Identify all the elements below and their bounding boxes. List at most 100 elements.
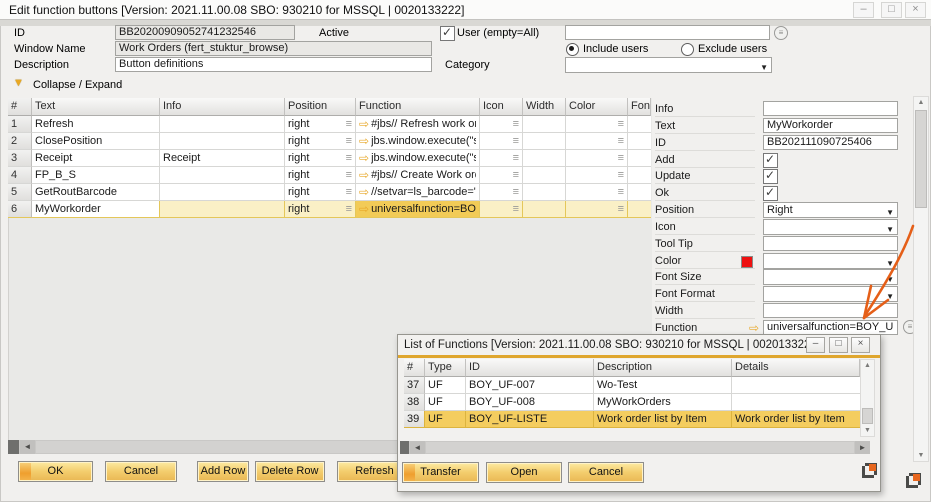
cell-icon[interactable]: ≡ [480,184,523,201]
minimize-button[interactable]: – [853,2,874,18]
header-position[interactable]: Position [285,98,356,116]
row-number[interactable]: 3 [8,150,32,167]
link-arrow-icon[interactable] [749,321,759,335]
cell-text[interactable]: FP_B_S [32,167,160,184]
link-arrow-icon[interactable] [359,184,369,200]
function-input[interactable]: universalfunction=BOY_U [763,320,898,335]
scroll-down-icon[interactable]: ▼ [914,452,928,459]
form-settings-icon[interactable] [906,473,921,488]
cell-position[interactable]: right≡ [285,184,356,201]
ok-checkbox[interactable] [763,186,778,201]
cell-width[interactable] [523,184,566,201]
horizontal-scrollbar[interactable]: ◄ ► [400,441,870,454]
menu-icon[interactable]: ≡ [513,118,519,130]
window-name-field[interactable]: Work Orders (fert_stuktur_browse) [115,41,432,56]
cell-width[interactable] [523,150,566,167]
header-num[interactable]: # [8,98,32,116]
row-number[interactable]: 4 [8,167,32,184]
header-type[interactable]: Type [425,359,466,377]
description-input[interactable]: Button definitions [115,57,432,72]
maximize-button[interactable]: □ [829,337,848,353]
table-row[interactable]: 37 UF BOY_UF-007 Wo-Test [404,377,860,394]
include-users-radio[interactable] [566,43,579,56]
id-field[interactable]: BB20200909052741232546 [115,25,295,40]
cell-type[interactable]: UF [425,411,466,428]
cell-font[interactable] [628,133,651,150]
cell-function[interactable]: universalfunction=BOY [356,201,480,218]
cell-text[interactable]: Refresh [32,116,160,133]
row-number[interactable]: 39 [404,411,425,428]
table-row[interactable]: 5 GetRoutBarcode right≡ //setvar=ls_barc… [8,184,651,201]
scrollbar-thumb[interactable] [862,408,873,424]
header-icon[interactable]: Icon [480,98,523,116]
cell-function[interactable]: #jbs// Create Work ord [356,167,480,184]
link-arrow-icon[interactable] [359,167,369,183]
cell-icon[interactable]: ≡ [480,133,523,150]
cell-font[interactable] [628,184,651,201]
cell-font[interactable] [628,150,651,167]
cell-type[interactable]: UF [425,394,466,411]
width-input[interactable] [763,303,898,318]
cell-text[interactable]: GetRoutBarcode [32,184,160,201]
table-row-selected[interactable]: 6 MyWorkorder right≡ universalfunction=B… [8,201,651,218]
font-format-select[interactable] [763,286,898,302]
cell-font[interactable] [628,116,651,133]
row-number[interactable]: 5 [8,184,32,201]
scroll-left-icon[interactable]: ◄ [20,440,35,454]
minimize-button[interactable]: – [806,337,825,353]
table-row[interactable]: 2 ClosePosition right≡ jbs.window.execut… [8,133,651,150]
table-row[interactable]: 38 UF BOY_UF-008 MyWorkOrders [404,394,860,411]
cell-description[interactable]: Work order list by Item [594,411,732,428]
cell-icon[interactable]: ≡ [480,201,523,218]
id-input[interactable]: BB202111090725406 [763,135,898,150]
cell-text[interactable]: MyWorkorder [32,201,160,218]
position-select[interactable]: Right [763,202,898,218]
exclude-users-radio[interactable] [681,43,694,56]
cell-details[interactable] [732,377,860,394]
link-arrow-icon[interactable] [359,201,369,217]
vertical-scrollbar[interactable]: ▲ ▼ [860,359,875,437]
scrollbar-thumb[interactable] [915,110,927,208]
add-row-button[interactable]: Add Row [197,461,249,482]
header-description[interactable]: Description [594,359,732,377]
row-number[interactable]: 6 [8,201,32,218]
cell-details[interactable] [732,394,860,411]
cell-info[interactable] [160,184,285,201]
menu-icon[interactable]: ≡ [346,116,352,132]
header-id[interactable]: ID [466,359,594,377]
menu-icon[interactable]: ≡ [513,186,519,198]
cell-position[interactable]: right≡ [285,150,356,167]
cell-color[interactable]: ≡ [566,167,628,184]
menu-icon[interactable]: ≡ [346,150,352,166]
cell-font[interactable] [628,167,651,184]
menu-icon[interactable]: ≡ [618,203,624,215]
scrollbar-thumb[interactable] [8,440,19,454]
cell-position[interactable]: right≡ [285,116,356,133]
menu-icon[interactable]: ≡ [346,184,352,200]
cell-width[interactable] [523,201,566,218]
cancel-button[interactable]: Cancel [105,461,177,482]
cell-icon[interactable]: ≡ [480,150,523,167]
ok-button[interactable]: OK [18,461,93,482]
table-row[interactable]: 1 Refresh right≡ #jbs// Refresh work or … [8,116,651,133]
form-settings-icon[interactable] [862,463,877,478]
cell-info[interactable] [160,167,285,184]
cell-function[interactable]: #jbs// Refresh work or [356,116,480,133]
cell-description[interactable]: Wo-Test [594,377,732,394]
row-number[interactable]: 38 [404,394,425,411]
link-arrow-icon[interactable] [359,133,369,149]
menu-icon[interactable]: ≡ [618,135,624,147]
user-browse-icon[interactable] [774,26,788,40]
cell-width[interactable] [523,116,566,133]
active-checkbox[interactable] [440,26,455,41]
category-select[interactable] [565,57,772,73]
header-info[interactable]: Info [160,98,285,116]
cell-width[interactable] [523,167,566,184]
close-button[interactable]: × [905,2,926,18]
menu-icon[interactable]: ≡ [346,133,352,149]
cell-type[interactable]: UF [425,377,466,394]
cell-position[interactable]: right≡ [285,167,356,184]
menu-icon[interactable]: ≡ [346,201,352,217]
collapse-expand-link[interactable]: Collapse / Expand [33,79,122,91]
table-row[interactable]: 3 Receipt Receipt right≡ jbs.window.exec… [8,150,651,167]
